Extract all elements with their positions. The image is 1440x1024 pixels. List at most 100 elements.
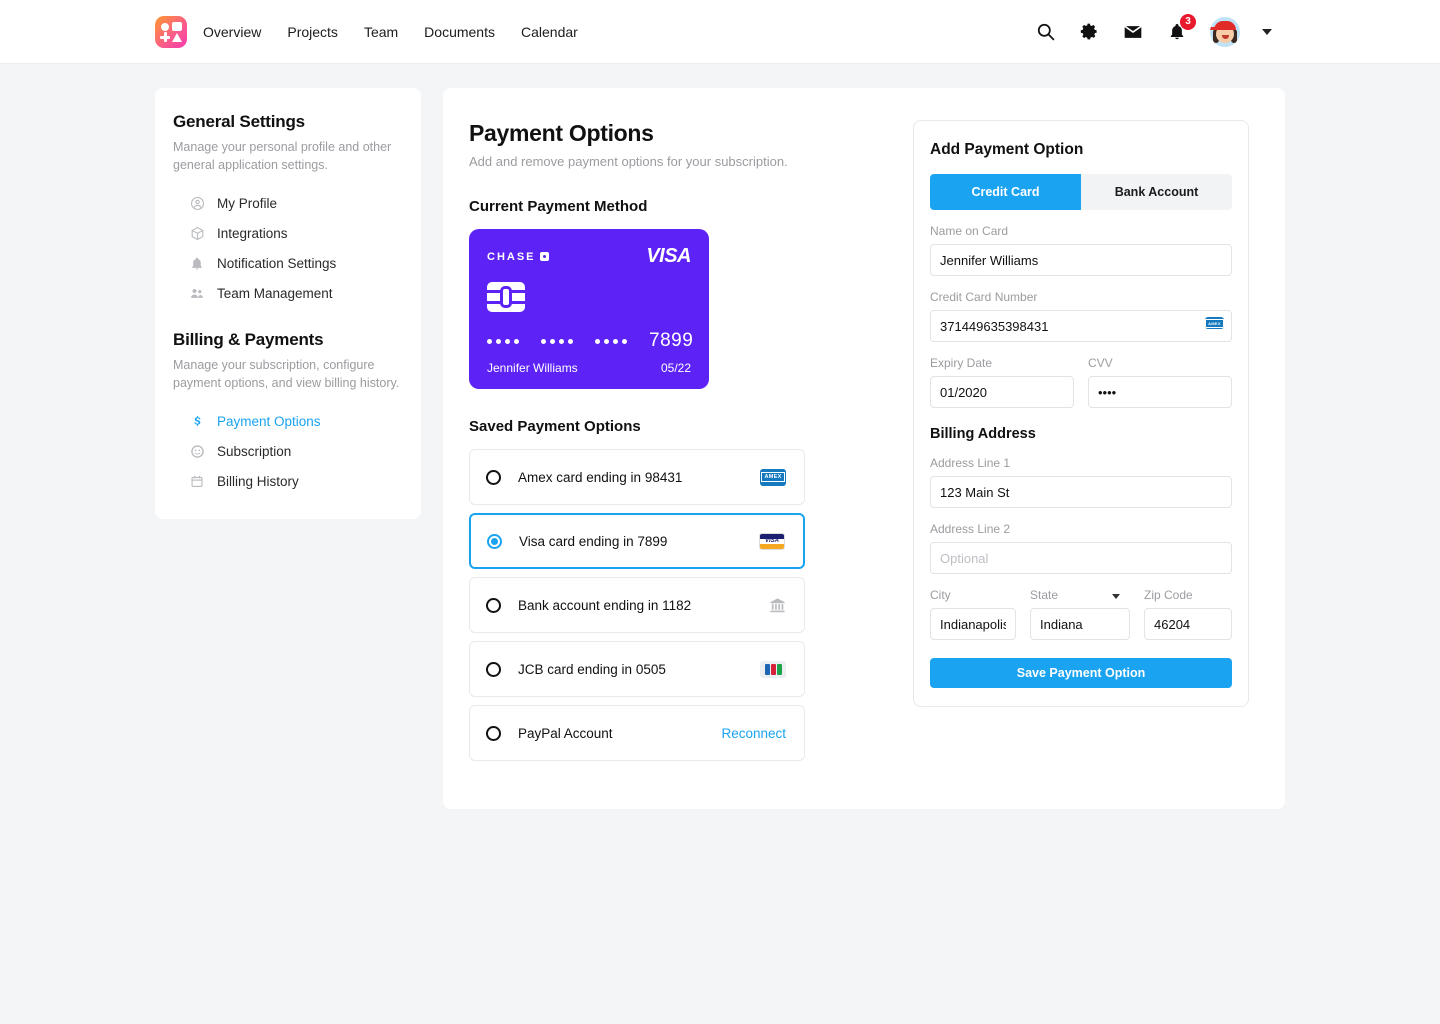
amex-icon: AMEX <box>760 468 786 486</box>
search-icon[interactable] <box>1034 21 1056 43</box>
sidebar-item-team-management[interactable]: Team Management <box>173 278 403 308</box>
sidebar-item-billing-history[interactable]: Billing History <box>173 467 403 497</box>
payment-option-visa[interactable]: Visa card ending in 7899 VISA <box>469 513 805 569</box>
cvv-input[interactable] <box>1088 376 1232 408</box>
circle-icon <box>189 444 205 460</box>
sidebar-item-integrations[interactable]: Integrations <box>173 218 403 248</box>
zip-code-label: Zip Code <box>1144 588 1193 602</box>
reconnect-link[interactable]: Reconnect <box>721 726 786 741</box>
avatar-cap <box>1210 20 1236 30</box>
radio-button[interactable] <box>486 597 501 613</box>
avatar[interactable] <box>1210 16 1240 47</box>
tab-credit-card[interactable]: Credit Card <box>930 174 1081 210</box>
address-line-1-input[interactable] <box>930 476 1232 508</box>
nav-item-documents[interactable]: Documents <box>424 25 495 39</box>
sidebar-item-payment-options[interactable]: Payment Options <box>173 407 403 437</box>
payment-option-label: Visa card ending in 7899 <box>519 533 668 549</box>
sidebar-item-label: Billing History <box>217 474 299 489</box>
add-payment-option-panel: Add Payment Option Credit Card Bank Acco… <box>913 120 1249 707</box>
box-icon <box>189 225 205 241</box>
card-brand-logo: VISA <box>646 245 691 267</box>
payment-option-label: PayPal Account <box>518 725 613 741</box>
sidebar-billing-title: Billing & Payments <box>173 330 324 350</box>
payment-option-label: Amex card ending in 98431 <box>518 469 683 485</box>
city-input[interactable] <box>930 608 1016 640</box>
expiry-date-input[interactable] <box>930 376 1074 408</box>
city-state-zip-row: City State Zip Code <box>930 574 1232 640</box>
tab-bank-account[interactable]: Bank Account <box>1081 174 1232 210</box>
payment-option-paypal[interactable]: PayPal Account Reconnect <box>469 705 805 761</box>
logo-circle-icon <box>161 22 169 31</box>
saved-options-list: Amex card ending in 98431 AMEX Visa card… <box>469 449 883 761</box>
nav-item-overview[interactable]: Overview <box>203 25 261 39</box>
logo-square-icon <box>172 21 182 31</box>
page-body: General Settings Manage your personal pr… <box>0 64 1440 809</box>
payment-option-jcb[interactable]: JCB card ending in 0505 <box>469 641 805 697</box>
payment-option-brand: AMEX <box>760 468 786 486</box>
billing-address-heading: Billing Address <box>930 426 1036 442</box>
bell-icon[interactable]: 3 <box>1166 13 1196 43</box>
card-masked-group-1 <box>487 338 519 344</box>
payment-options-column: Payment Options Add and remove payment o… <box>469 120 883 769</box>
save-payment-option-button[interactable]: Save Payment Option <box>930 658 1232 688</box>
payment-option-brand <box>769 597 786 614</box>
radio-button[interactable] <box>486 469 501 485</box>
current-payment-method-heading: Current Payment Method <box>469 198 648 215</box>
zip-code-input[interactable] <box>1144 608 1232 640</box>
address-line-2-label: Address Line 2 <box>930 522 1011 536</box>
settings-sidebar: General Settings Manage your personal pr… <box>155 88 421 519</box>
payment-option-action: Reconnect <box>721 726 786 741</box>
name-on-card-input[interactable] <box>930 244 1232 276</box>
sidebar-item-label: Notification Settings <box>217 255 337 271</box>
card-holder-name: Jennifer Williams <box>487 361 578 375</box>
user-circle-icon <box>189 195 205 211</box>
address-line-2-input[interactable] <box>930 542 1232 574</box>
sidebar-item-notification-settings[interactable]: Notification Settings <box>173 248 403 278</box>
cvv-label: CVV <box>1088 356 1113 370</box>
expiry-field: Expiry Date <box>930 342 1074 408</box>
main-nav: Overview Projects Team Documents Calenda… <box>203 25 578 39</box>
expiry-cvv-row: Expiry Date CVV <box>930 342 1232 408</box>
credit-card-number-label: Credit Card Number <box>930 290 1038 304</box>
visa-icon: VISA <box>759 532 785 550</box>
credit-card-number-input[interactable] <box>930 310 1232 342</box>
radio-button[interactable] <box>486 661 501 677</box>
city-label: City <box>930 588 951 602</box>
app-logo[interactable] <box>155 15 187 48</box>
radio-button[interactable] <box>487 533 502 549</box>
nav-item-projects[interactable]: Projects <box>287 25 338 39</box>
mail-icon[interactable] <box>1122 21 1144 43</box>
payment-option-amex[interactable]: Amex card ending in 98431 AMEX <box>469 449 805 505</box>
address-line-1-label: Address Line 1 <box>930 456 1011 470</box>
sidebar-item-label: My Profile <box>217 195 278 211</box>
payment-option-label: JCB card ending in 0505 <box>518 661 666 677</box>
sidebar-group-billing: Billing & Payments Manage your subscript… <box>173 330 403 496</box>
bell-icon <box>189 255 205 271</box>
card-expiry: 05/22 <box>660 361 691 375</box>
name-on-card-label: Name on Card <box>930 224 1009 238</box>
gear-icon[interactable] <box>1078 21 1100 43</box>
nav-item-calendar[interactable]: Calendar <box>521 25 578 39</box>
payment-option-brand <box>760 660 786 678</box>
chevron-down-icon[interactable] <box>1262 28 1272 35</box>
sidebar-item-label: Subscription <box>217 444 292 459</box>
payment-option-bank[interactable]: Bank account ending in 1182 <box>469 577 805 633</box>
chase-octagon-icon <box>539 252 549 261</box>
card-masked-group-3 <box>595 338 627 344</box>
nav-item-team[interactable]: Team <box>364 25 398 39</box>
amex-icon: AMEX <box>1205 317 1224 329</box>
sidebar-item-label: Payment Options <box>217 414 321 429</box>
payment-type-tabs: Credit Card Bank Account <box>930 174 1232 210</box>
radio-button[interactable] <box>486 725 501 741</box>
logo-plus-icon-vertical <box>163 32 167 42</box>
card-bank-name: CHASE <box>487 250 536 263</box>
state-select[interactable] <box>1030 608 1130 640</box>
sidebar-item-label: Integrations <box>217 225 288 241</box>
sidebar-item-my-profile[interactable]: My Profile <box>173 188 403 218</box>
page-subtitle: Add and remove payment options for your … <box>469 154 788 169</box>
sidebar-item-subscription[interactable]: Subscription <box>173 437 403 467</box>
zip-field: Zip Code <box>1144 574 1232 640</box>
sidebar-billing-description: Manage your subscription, configure paym… <box>173 358 400 391</box>
card-masked-group-2 <box>541 338 573 344</box>
payment-option-brand: VISA <box>759 532 785 550</box>
